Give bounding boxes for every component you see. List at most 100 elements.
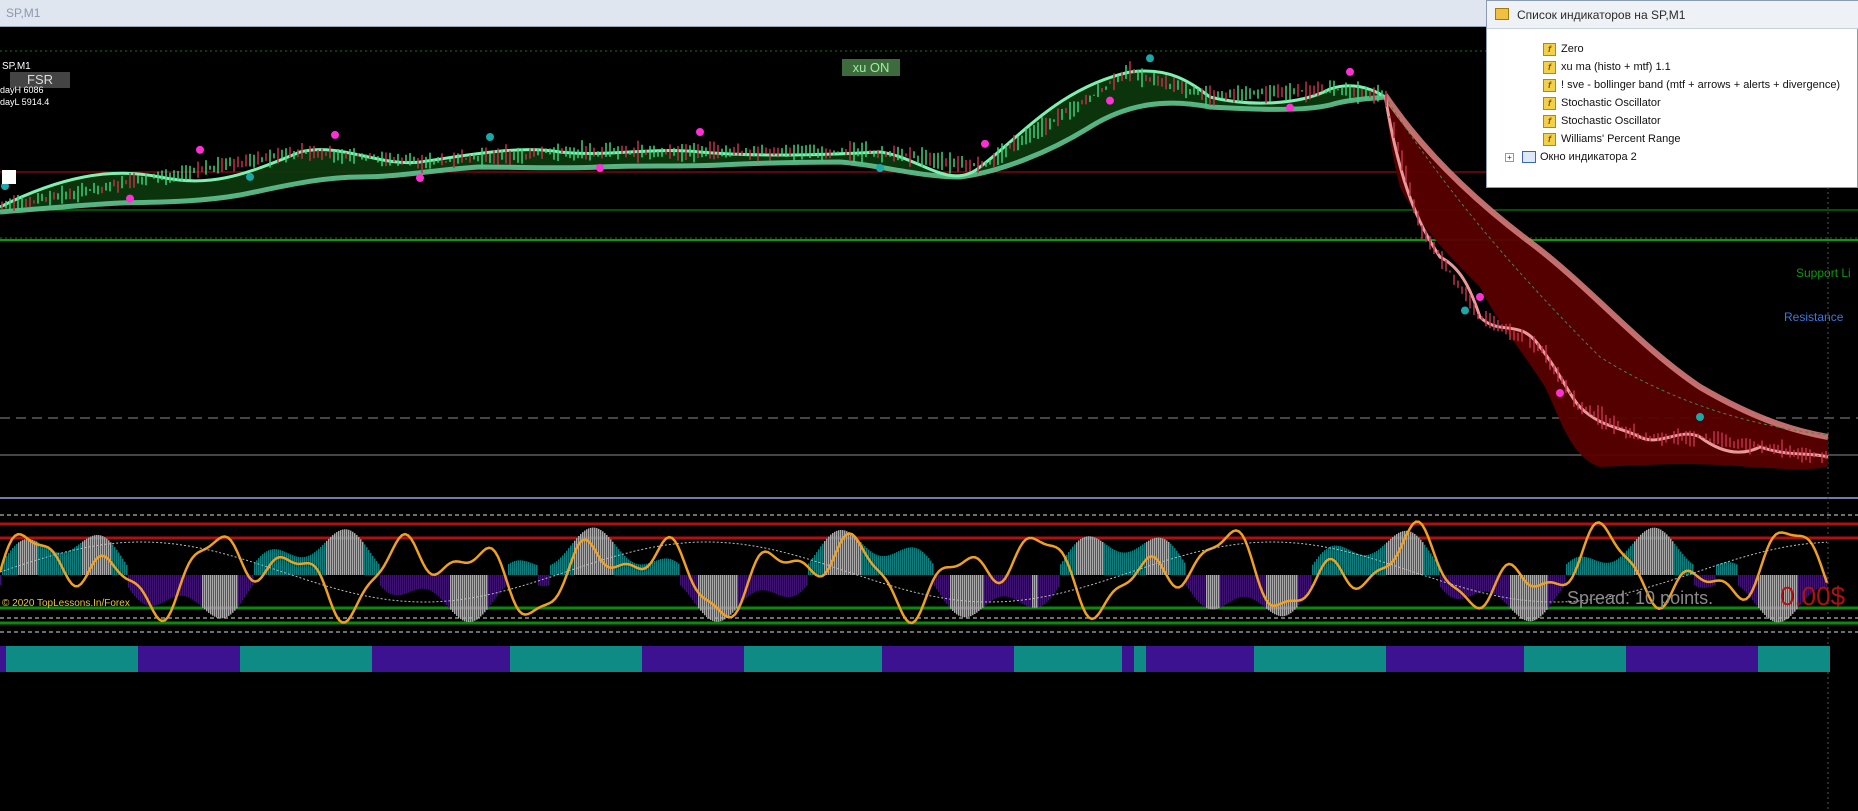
histogram-bar [1424,544,1426,575]
histogram-bar [400,575,402,596]
histogram-bar [888,555,890,575]
histogram-bar [1472,575,1474,596]
chart-toggle-box[interactable] [2,170,16,184]
histogram-bar [50,549,52,575]
histogram-bar [712,575,714,621]
histogram-bar [630,560,632,575]
histogram-bar [958,575,960,616]
histogram-bar [1468,575,1470,597]
histogram-bar [852,534,854,575]
ribbon-segment [1308,646,1314,672]
histogram-bar [1056,575,1058,591]
histogram-bar [1528,575,1530,622]
histogram-bar [704,575,706,616]
ribbon-segment [930,646,936,672]
histogram-bar [1766,575,1768,617]
signal-marker [416,174,424,182]
bottom-color-ribbon [0,646,1830,672]
histogram-bar [806,575,808,586]
ribbon-segment [552,646,558,672]
histogram-bar [720,575,722,622]
histogram-bar [618,549,620,575]
histogram-bar [1604,562,1606,575]
histogram-bar [1088,536,1090,575]
ribbon-segment [396,646,402,672]
histogram-bar [1024,575,1026,605]
histogram-bar [1002,575,1004,597]
histogram-bar [40,543,42,575]
xu-on-button[interactable]: xu ON [842,59,900,76]
ribbon-segment [738,646,744,672]
expand-icon[interactable]: + [1505,153,1514,162]
histogram-bar [916,548,918,575]
histogram-bar [1358,554,1360,575]
histogram-bar [350,530,352,575]
ribbon-segment [888,646,894,672]
ribbon-segment [966,646,972,672]
histogram-bar [1084,536,1086,575]
ribbon-segment [1242,646,1248,672]
histogram-bar [1156,537,1158,575]
histogram-bar [202,575,204,608]
histogram-bar [928,558,930,575]
ribbon-segment [156,646,162,672]
ribbon-segment [12,646,18,672]
histogram-bar [930,560,932,575]
support-line-label: Support Li [1796,266,1851,280]
histogram-bar [224,575,226,618]
ribbon-segment [162,646,168,672]
histogram-bar [522,560,524,575]
histogram-bar [624,555,626,575]
histogram-bar [24,539,26,575]
histogram-bar [1694,575,1696,586]
histogram-bar [904,548,906,575]
histogram-bar [942,575,944,599]
histogram-bar [456,575,458,616]
histogram-bar [706,575,708,618]
histogram-bar [1296,575,1298,608]
histogram-bar [320,546,322,575]
ribbon-segment [900,646,906,672]
ribbon-segment [258,646,264,672]
histogram-bar [1060,564,1062,575]
histogram-bar [86,538,88,575]
indicator-panel-title-bar[interactable]: Список индикаторов на SP,M1 [1487,1,1858,29]
ribbon-segment [516,646,522,672]
histogram-bar [300,557,302,575]
histogram-bar [442,575,444,601]
ribbon-segment [1458,646,1464,672]
histogram-bar [894,553,896,575]
histogram-bar [1426,547,1428,575]
ribbon-segment [1608,646,1614,672]
ribbon-segment [612,646,618,672]
histogram-bar [436,575,438,595]
histogram-bar [1620,556,1622,575]
ribbon-segment [624,646,630,672]
ribbon-segment [720,646,726,672]
histogram-bar [1048,575,1050,601]
histogram-bar [398,575,400,596]
histogram-bar [524,560,526,575]
ribbon-segment [1554,646,1560,672]
histogram-bar [816,552,818,575]
histogram-bar [1392,537,1394,575]
indicator-list-panel[interactable]: Список индикаторов на SP,M1 f Zero f xu … [1486,0,1858,188]
histogram-bar [334,533,336,575]
ribbon-segment [342,646,348,672]
histogram-bar [658,559,660,575]
histogram-bar [1386,542,1388,575]
histogram-bar [1010,575,1012,598]
histogram-bar [966,575,968,618]
histogram-bar [1214,575,1216,610]
ribbon-segment [822,646,828,672]
histogram-bar [376,561,378,575]
histogram-bar [1626,550,1628,575]
histogram-bar [1104,543,1106,575]
histogram-bar [764,575,766,591]
profit-label: 0.00$ [1780,581,1846,611]
histogram-bar [1190,575,1192,592]
histogram-bar [1600,561,1602,575]
histogram-bar [1078,540,1080,575]
histogram-bar [1612,561,1614,575]
histogram-bar [370,552,372,575]
